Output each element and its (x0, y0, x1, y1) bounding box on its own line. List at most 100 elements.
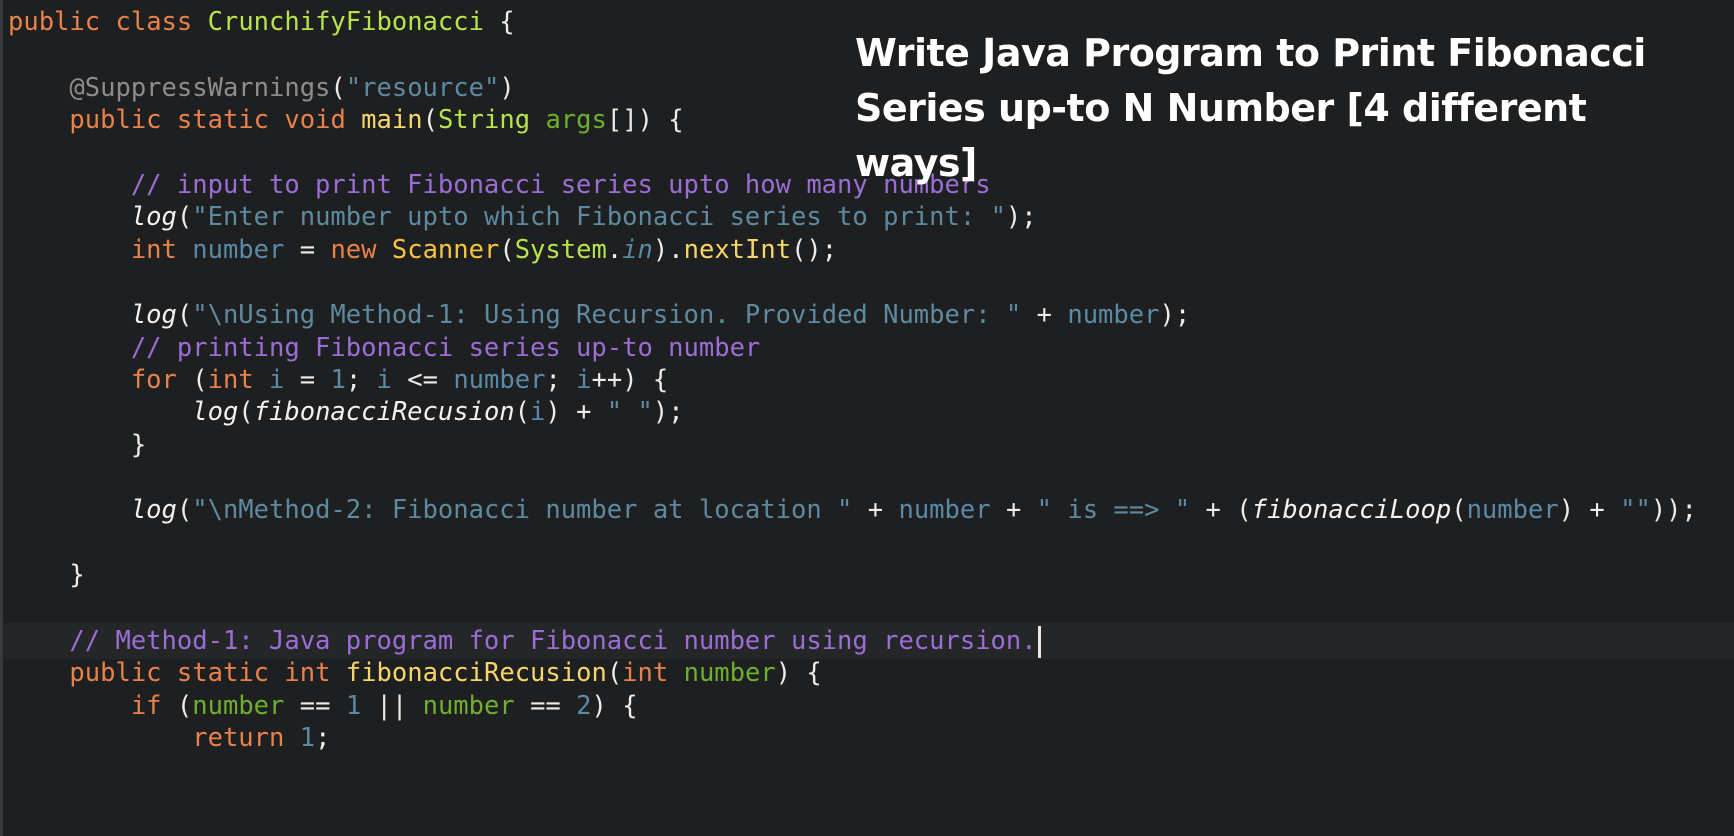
number-literal: 2 (576, 691, 592, 721)
var-number: number (1466, 495, 1559, 525)
class-scanner: Scanner (391, 235, 500, 265)
plus: + (1574, 495, 1621, 525)
code-line-for[interactable]: for (int i = 1; i <= number; i++) { (8, 362, 668, 398)
number-literal: 1 (330, 365, 346, 395)
assign: = (284, 365, 331, 395)
plus: + (852, 495, 899, 525)
param-number: number (683, 658, 776, 688)
param-number: number (422, 691, 515, 721)
code-line-if[interactable]: if (number == 1 || number == 2) { (8, 688, 638, 724)
paren-open: ( (176, 365, 208, 395)
title-line-1: Write Java Program to Print Fibonacci (855, 31, 1646, 75)
code-line-comment-printing[interactable]: // printing Fibonacci series up-to numbe… (8, 330, 760, 366)
call-fibonacci-recursion: fibonacciRecusion (253, 397, 515, 427)
var-i: i (576, 365, 592, 395)
paren-close: ) (545, 397, 561, 427)
less-equal: <= (391, 365, 454, 395)
var-i: i (530, 397, 546, 427)
semicolon: ; (345, 365, 377, 395)
log-call: log (192, 397, 239, 427)
keyword-new: new (330, 235, 377, 265)
code-line-log-method2[interactable]: log("\nMethod-2: Fibonacci number at loc… (8, 492, 1697, 528)
string-literal: "\nUsing Method-1: Using Recursion. Prov… (192, 300, 1022, 330)
code-line-comment-method1[interactable]: // Method-1: Java program for Fibonacci … (8, 623, 1041, 659)
keyword-public: public (8, 7, 101, 37)
paren-open: ( (330, 73, 346, 103)
title-line-2: Series up-to N Number [4 different ways] (855, 86, 1587, 185)
keyword-static: static (176, 105, 270, 135)
annotation-value: "resource" (345, 73, 500, 103)
paren-open: ( (176, 300, 193, 330)
plus: + (990, 495, 1037, 525)
paren-close: ); (1159, 300, 1191, 330)
code-line-recursion-declaration[interactable]: public static int fibonacciRecusion(int … (8, 655, 822, 691)
main-rest: []) { (606, 105, 684, 135)
for-rest: ++) { (591, 365, 669, 395)
keyword-int: int (207, 365, 254, 395)
paren-close: )); (1650, 495, 1697, 525)
code-line-annotation[interactable]: @SuppressWarnings("resource") (8, 70, 514, 106)
plus: + ( (1190, 495, 1252, 525)
param-args: args (545, 105, 607, 135)
annotation-name: @SuppressWarnings (69, 73, 331, 103)
assign: = (284, 235, 331, 265)
if-rest: ) { (591, 691, 638, 721)
method-name-main: main (361, 105, 423, 135)
editor-gutter-border (0, 0, 3, 836)
paren-open: ( (606, 658, 623, 688)
semicolon: ; (315, 723, 331, 753)
code-line-log-fib[interactable]: log(fibonacciRecusion(i) + " "); (8, 394, 684, 430)
log-call: log (130, 495, 177, 525)
field-in: in (622, 235, 653, 265)
brace: } (69, 560, 85, 590)
code-line-log-method1[interactable]: log("\nUsing Method-1: Using Recursion. … (8, 297, 1190, 333)
plus: + (560, 397, 607, 427)
class-system: System (514, 235, 607, 265)
comment-printing: // printing Fibonacci series up-to numbe… (130, 333, 761, 363)
plus: + (1021, 300, 1068, 330)
keyword-int: int (130, 235, 177, 265)
code-line-close-for[interactable]: } (8, 427, 146, 463)
dot: . (606, 235, 623, 265)
var-number: number (192, 235, 285, 265)
comment-method1: // Method-1: Java program for Fibonacci … (69, 626, 1037, 656)
brace: { (483, 7, 515, 37)
equals: == (514, 691, 577, 721)
keyword-class: class (115, 7, 193, 37)
keyword-for: for (130, 365, 177, 395)
text-caret (1037, 626, 1041, 658)
title-overlay: Write Java Program to Print Fibonacci Se… (855, 26, 1715, 191)
log-call: log (130, 202, 177, 232)
string-literal: " is ==> " (1036, 495, 1191, 525)
param-number: number (192, 691, 285, 721)
code-line-log-enter[interactable]: log("Enter number upto which Fibonacci s… (8, 199, 1037, 235)
code-line-main-declaration[interactable]: public static void main(String args[]) { (8, 102, 684, 138)
var-i: i (269, 365, 285, 395)
class-name: CrunchifyFibonacci (207, 7, 484, 37)
var-i: i (376, 365, 392, 395)
call-fibonacci-loop: fibonacciLoop (1251, 495, 1452, 525)
brace: } (130, 430, 147, 460)
paren-close: ); (652, 397, 684, 427)
paren-open: ( (238, 397, 254, 427)
paren-close: ); (1005, 202, 1037, 232)
code-line-class-declaration[interactable]: public class CrunchifyFibonacci { (8, 4, 515, 40)
code-line-comment-input[interactable]: // input to print Fibonacci series upto … (8, 167, 991, 203)
scanner-rest1: ). (652, 235, 684, 265)
string-literal: " " (606, 397, 653, 427)
code-line-return[interactable]: return 1; (8, 720, 330, 756)
keyword-public: public (69, 658, 162, 688)
keyword-public: public (69, 105, 162, 135)
paren-open: ( (422, 105, 438, 135)
keyword-return: return (192, 723, 285, 753)
method-name-fibonacci-recursion: fibonacciRecusion (345, 658, 607, 688)
string-literal: "Enter number upto which Fibonacci serie… (192, 202, 1006, 232)
semicolon: ; (545, 365, 577, 395)
code-line-scanner[interactable]: int number = new Scanner(System.in).next… (8, 232, 837, 268)
code-line-close-main[interactable]: } (8, 557, 85, 593)
code-editor[interactable]: public class CrunchifyFibonacci { @Suppr… (0, 0, 1734, 836)
log-call: log (130, 300, 177, 330)
decl-rest: ) { (775, 658, 822, 688)
var-number: number (453, 365, 546, 395)
